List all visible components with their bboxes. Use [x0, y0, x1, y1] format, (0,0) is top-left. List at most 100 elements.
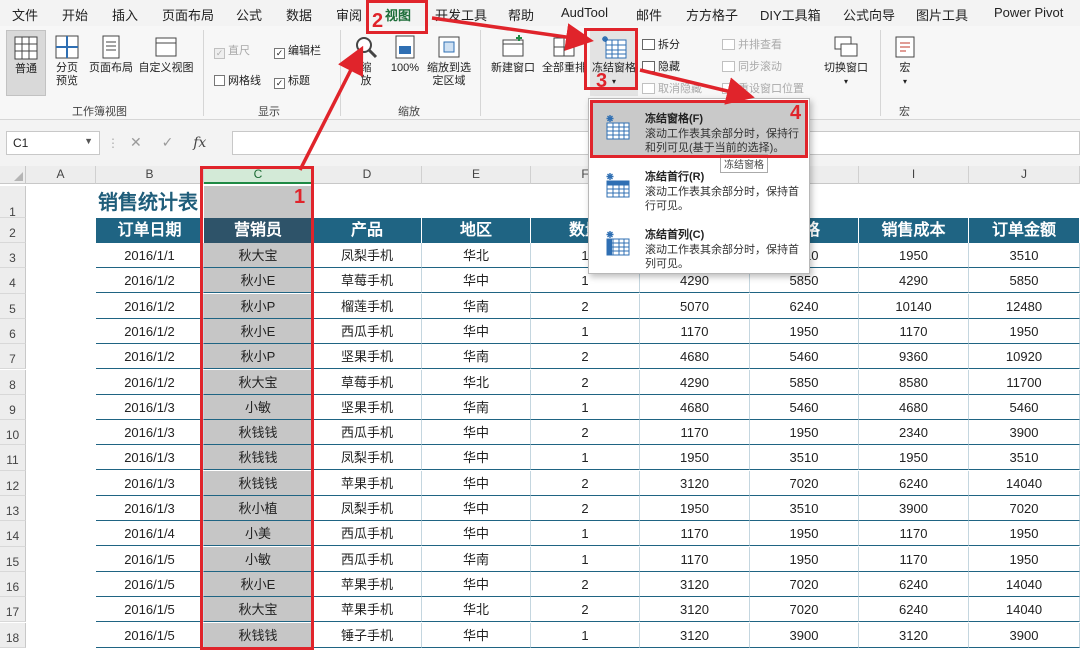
table-cell[interactable]: 1950 — [750, 546, 859, 572]
table-cell[interactable]: 秋小E — [204, 318, 313, 344]
table-cell[interactable]: 1950 — [969, 521, 1080, 547]
table-cell[interactable]: 草莓手机 — [313, 268, 422, 294]
table-cell[interactable]: 坚果手机 — [313, 394, 422, 420]
page-break-preview-button[interactable]: 分页预览 — [50, 34, 84, 88]
table-cell[interactable]: 1950 — [859, 243, 969, 268]
row-header-17[interactable]: 17 — [0, 597, 26, 623]
table-cell[interactable]: 14040 — [969, 597, 1080, 623]
table-cell[interactable]: 6240 — [859, 470, 969, 496]
table-cell[interactable]: 西瓜手机 — [313, 521, 422, 547]
table-cell[interactable]: 秋钱钱 — [204, 420, 313, 446]
table-cell[interactable]: 5460 — [750, 394, 859, 420]
normal-view-button[interactable]: 普通 — [6, 30, 46, 96]
select-all-corner[interactable] — [0, 166, 26, 184]
zoom-button[interactable]: 缩放 — [350, 34, 382, 88]
table-cell[interactable]: 2 — [531, 496, 640, 521]
table-cell[interactable]: 1 — [531, 521, 640, 547]
table-cell[interactable]: 1170 — [859, 546, 969, 572]
table-cell[interactable]: 1170 — [640, 521, 750, 547]
table-cell[interactable]: 华中 — [422, 496, 531, 521]
table-cell[interactable]: 7020 — [750, 470, 859, 496]
column-header-c[interactable]: C — [204, 166, 313, 184]
table-cell[interactable]: 2016/1/3 — [96, 496, 204, 521]
table-cell[interactable]: 7020 — [750, 571, 859, 597]
table-cell[interactable]: 锤子手机 — [313, 622, 422, 648]
tab-15[interactable]: 图片工具 — [916, 5, 968, 24]
ruler-checkbox[interactable]: ✓ 直尺 — [214, 42, 250, 59]
unhide-button[interactable]: 取消隐藏 — [642, 80, 702, 96]
table-cell[interactable]: 秋小P — [204, 344, 313, 370]
column-header-i[interactable]: I — [859, 166, 969, 184]
tab-4[interactable]: 公式 — [236, 5, 262, 24]
row-header-11[interactable]: 11 — [0, 445, 26, 471]
tab-9[interactable]: 帮助 — [508, 5, 534, 24]
table-cell[interactable]: 2016/1/5 — [96, 546, 204, 572]
table-cell[interactable]: 2016/1/2 — [96, 369, 204, 395]
table-cell[interactable]: 秋小E — [204, 571, 313, 597]
table-cell[interactable]: 5070 — [640, 293, 750, 319]
row-header-14[interactable]: 14 — [0, 521, 26, 547]
table-cell[interactable]: 2 — [531, 344, 640, 370]
table-cell[interactable]: 苹果手机 — [313, 597, 422, 623]
table-cell[interactable]: 华南 — [422, 344, 531, 370]
table-cell[interactable]: 5850 — [750, 369, 859, 395]
table-cell[interactable]: 苹果手机 — [313, 470, 422, 496]
table-cell[interactable]: 1170 — [640, 420, 750, 446]
table-cell[interactable]: 1950 — [750, 318, 859, 344]
table-cell[interactable]: 秋小P — [204, 293, 313, 319]
table-cell[interactable]: 坚果手机 — [313, 344, 422, 370]
column-header-d[interactable]: D — [313, 166, 422, 184]
table-cell[interactable]: 6240 — [859, 597, 969, 623]
table-cell[interactable]: 5850 — [969, 268, 1080, 294]
column-header-b[interactable]: B — [96, 166, 204, 184]
table-cell[interactable]: 11700 — [969, 369, 1080, 395]
table-cell[interactable]: 2016/1/5 — [96, 622, 204, 648]
tab-14[interactable]: 公式向导 — [843, 5, 895, 24]
table-cell[interactable]: 7020 — [750, 597, 859, 623]
row-header-4[interactable]: 4 — [0, 268, 26, 294]
table-cell[interactable]: 华中 — [422, 622, 531, 648]
name-box[interactable]: C1 ▼ — [6, 131, 100, 155]
table-cell[interactable]: 西瓜手机 — [313, 318, 422, 344]
custom-views-button[interactable]: 自定义视图 — [136, 34, 196, 75]
table-cell[interactable]: 1950 — [640, 496, 750, 521]
table-cell[interactable]: 3510 — [750, 445, 859, 471]
freeze-panes-item[interactable]: 冻结窗格(F) 滚动工作表其余部分时，保持行和列可见(基于当前的选择)。 — [591, 101, 807, 157]
hide-button[interactable]: 隐藏 — [642, 58, 680, 74]
table-cell[interactable]: 华中 — [422, 521, 531, 547]
table-cell[interactable]: 10920 — [969, 344, 1080, 370]
table-cell[interactable]: 2016/1/3 — [96, 470, 204, 496]
table-cell[interactable]: 2 — [531, 293, 640, 319]
table-cell[interactable]: 1950 — [859, 445, 969, 471]
table-cell[interactable]: 西瓜手机 — [313, 546, 422, 572]
table-cell[interactable]: 华南 — [422, 546, 531, 572]
table-cell[interactable]: 5460 — [750, 344, 859, 370]
sync-scroll-button[interactable]: 同步滚动 — [722, 58, 782, 74]
table-cell[interactable]: 2 — [531, 369, 640, 395]
table-cell[interactable]: 秋小E — [204, 268, 313, 294]
table-cell[interactable]: 1950 — [640, 445, 750, 471]
table-cell[interactable]: 1 — [531, 318, 640, 344]
table-cell[interactable]: 1170 — [859, 318, 969, 344]
table-cell[interactable]: 秋钱钱 — [204, 622, 313, 648]
row-header-18[interactable]: 18 — [0, 622, 26, 648]
tab-0[interactable]: 文件 — [12, 5, 38, 24]
tab-3[interactable]: 页面布局 — [162, 5, 214, 24]
table-cell[interactable]: 2016/1/5 — [96, 597, 204, 623]
table-cell[interactable]: 小敏 — [204, 394, 313, 420]
table-cell[interactable]: 3120 — [640, 470, 750, 496]
row-header-12[interactable]: 12 — [0, 470, 26, 496]
row-header-6[interactable]: 6 — [0, 318, 26, 345]
table-cell[interactable]: 1 — [531, 445, 640, 471]
column-header-j[interactable]: J — [969, 166, 1080, 184]
row-header-9[interactable]: 9 — [0, 394, 26, 421]
table-cell[interactable]: 4680 — [640, 394, 750, 420]
table-cell[interactable]: 1170 — [640, 546, 750, 572]
table-cell[interactable]: 1170 — [640, 318, 750, 344]
tab-7[interactable]: 视图 — [385, 5, 411, 29]
table-cell[interactable]: 4290 — [859, 268, 969, 294]
tab-11[interactable]: 邮件 — [636, 5, 662, 24]
row-header-13[interactable]: 13 — [0, 496, 26, 522]
table-cell[interactable]: 2016/1/3 — [96, 394, 204, 420]
table-cell[interactable]: 华中 — [422, 571, 531, 597]
